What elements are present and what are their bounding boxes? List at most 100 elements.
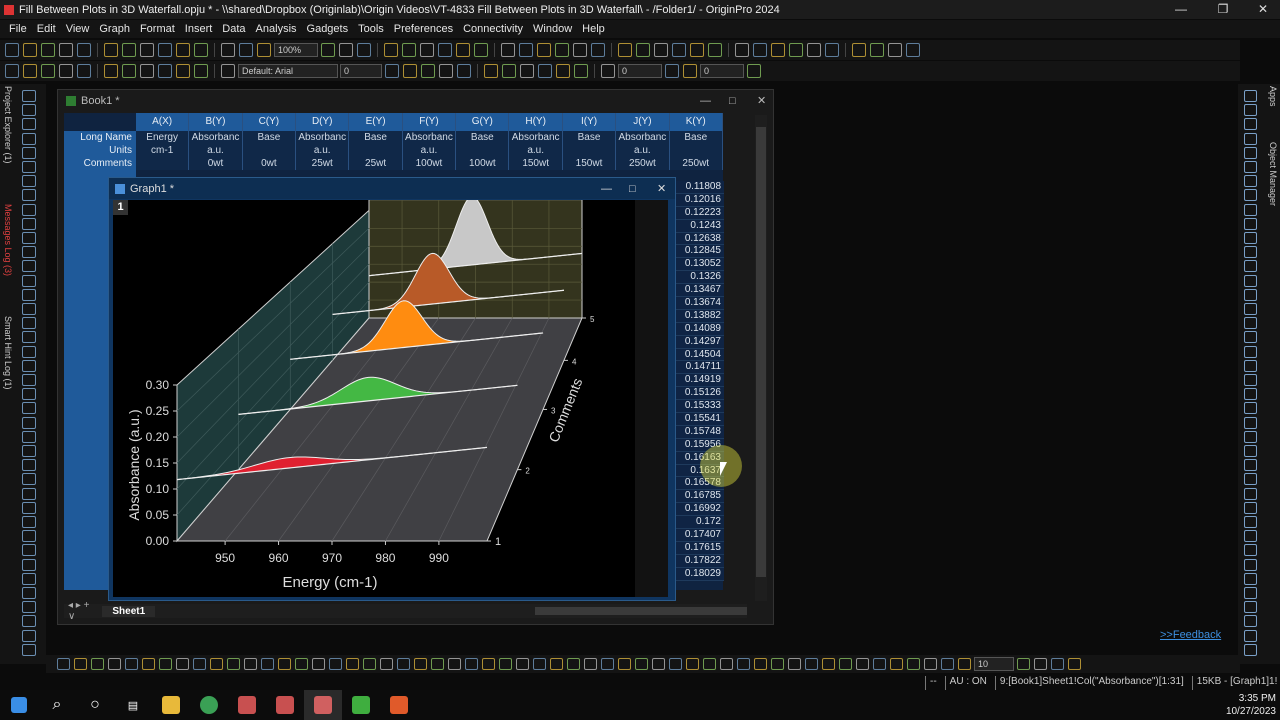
table-cell[interactable]: 0.14504 bbox=[676, 348, 724, 362]
bottom-tool-icon[interactable] bbox=[805, 658, 818, 670]
restore-button[interactable]: ❐ bbox=[1206, 0, 1240, 19]
split-icon[interactable] bbox=[176, 64, 190, 78]
bottom-tool-icon[interactable] bbox=[1068, 658, 1081, 670]
right-tool-icon[interactable] bbox=[1244, 445, 1257, 457]
file-explorer-icon[interactable] bbox=[152, 690, 190, 720]
right-tool-icon[interactable] bbox=[1244, 161, 1257, 173]
left-tool-icon[interactable] bbox=[22, 146, 36, 159]
right-tool-icon[interactable] bbox=[1244, 274, 1257, 287]
bottom-tool-icon[interactable] bbox=[108, 658, 121, 670]
bottom-tool-icon[interactable] bbox=[261, 658, 274, 670]
zoom-out-icon[interactable] bbox=[321, 43, 335, 57]
sheet-nav-buttons[interactable]: ◂ ▸ + ∨ bbox=[64, 600, 102, 622]
left-tool-icon[interactable] bbox=[22, 402, 36, 415]
right-tool-icon[interactable] bbox=[1244, 388, 1257, 401]
minimize-button[interactable]: — bbox=[700, 95, 711, 107]
table-cell[interactable]: 0.15748 bbox=[676, 425, 724, 439]
label-cell[interactable]: Absorbanc bbox=[616, 131, 670, 144]
origin-icon-2[interactable] bbox=[266, 690, 304, 720]
bottom-tool-icon[interactable] bbox=[618, 658, 631, 670]
table-cell[interactable]: 0.13467 bbox=[676, 284, 724, 298]
tab-apps[interactable]: Apps bbox=[1266, 86, 1278, 107]
pattern-icon[interactable] bbox=[601, 64, 615, 78]
table-cell[interactable]: 0.15541 bbox=[676, 413, 724, 426]
left-tool-icon[interactable] bbox=[22, 118, 36, 131]
left-tool-icon[interactable] bbox=[22, 232, 36, 244]
left-tool-icon[interactable] bbox=[22, 416, 36, 429]
bottom-tool-icon[interactable] bbox=[635, 658, 648, 670]
horizontal-scrollbar[interactable] bbox=[535, 607, 747, 615]
bottom-tool-icon[interactable] bbox=[720, 658, 733, 670]
graph-tools-icon[interactable] bbox=[735, 43, 749, 57]
font-color-icon[interactable] bbox=[556, 64, 570, 78]
left-tool-icon[interactable] bbox=[22, 345, 36, 358]
label-cell[interactable] bbox=[670, 144, 723, 157]
table-cell[interactable]: 0.13882 bbox=[676, 309, 724, 323]
bottom-tool-icon[interactable] bbox=[601, 658, 614, 670]
right-tool-icon[interactable] bbox=[1244, 473, 1257, 486]
bottom-tool-icon[interactable] bbox=[533, 658, 546, 670]
left-tool-icon[interactable] bbox=[22, 430, 36, 443]
bold-icon[interactable] bbox=[385, 64, 399, 78]
script-icon[interactable] bbox=[221, 43, 235, 57]
right-tool-icon[interactable] bbox=[1244, 217, 1257, 230]
right-tool-icon[interactable] bbox=[1244, 459, 1257, 472]
left-tool-icon[interactable] bbox=[22, 317, 36, 330]
sort-icon[interactable] bbox=[636, 43, 650, 57]
menu-graph[interactable]: Graph bbox=[94, 23, 135, 35]
undo-icon[interactable] bbox=[5, 64, 19, 78]
column-header[interactable]: D(Y) bbox=[296, 113, 350, 131]
right-tool-icon[interactable] bbox=[1244, 643, 1257, 656]
left-tool-icon[interactable] bbox=[22, 132, 36, 145]
label-cell[interactable]: Absorbanc bbox=[189, 131, 243, 144]
menu-window[interactable]: Window bbox=[528, 23, 577, 35]
left-tool-icon[interactable] bbox=[22, 374, 36, 386]
label-cell[interactable]: a.u. bbox=[509, 144, 563, 157]
label-cell[interactable]: a.u. bbox=[403, 144, 457, 157]
arrange-icon[interactable] bbox=[194, 64, 208, 78]
bottom-tool-icon[interactable] bbox=[431, 658, 444, 670]
table-cell[interactable]: 0.16992 bbox=[676, 503, 724, 517]
new-notes-icon[interactable] bbox=[104, 43, 118, 57]
left-tool-icon[interactable] bbox=[22, 459, 36, 472]
bottom-tool-icon[interactable] bbox=[567, 658, 580, 670]
task-view-icon[interactable]: ▤ bbox=[114, 690, 152, 720]
right-tool-icon[interactable] bbox=[1244, 558, 1257, 571]
bottom-tool-icon[interactable] bbox=[193, 658, 206, 670]
recalculate-icon[interactable] bbox=[239, 43, 253, 57]
table-cell[interactable]: 0.13674 bbox=[676, 297, 724, 310]
bottom-tool-icon[interactable] bbox=[669, 658, 682, 670]
new-workbook-icon[interactable] bbox=[23, 43, 37, 57]
left-tool-icon[interactable] bbox=[22, 104, 36, 117]
bottom-tool-icon[interactable] bbox=[57, 658, 70, 670]
left-tool-icon[interactable] bbox=[22, 587, 36, 599]
left-tool-icon[interactable] bbox=[22, 260, 36, 273]
italic-icon[interactable] bbox=[403, 64, 417, 78]
bottom-tool-icon[interactable] bbox=[907, 658, 920, 670]
table-cell[interactable]: 0.12223 bbox=[676, 206, 724, 220]
column-header[interactable]: I(Y) bbox=[563, 113, 617, 131]
bottom-tool-icon[interactable] bbox=[924, 658, 937, 670]
right-tool-icon[interactable] bbox=[1244, 530, 1257, 543]
superscript-icon[interactable] bbox=[439, 64, 453, 78]
bottom-tool-icon[interactable] bbox=[91, 658, 104, 670]
right-tool-icon[interactable] bbox=[1244, 615, 1257, 628]
table-cell[interactable]: 0.15126 bbox=[676, 387, 724, 401]
bottom-tool-icon[interactable] bbox=[788, 658, 801, 670]
graph-window[interactable]: Graph1 * — □ ✕ 0.00 0.05 0.10 0.15 0.20 0.25 0… bbox=[108, 177, 676, 601]
layer-icon[interactable] bbox=[402, 43, 416, 57]
right-tool-icon[interactable] bbox=[1244, 516, 1257, 528]
bottom-tool-icon[interactable] bbox=[363, 658, 376, 670]
bottom-tool-icon[interactable] bbox=[176, 658, 189, 670]
bottom-tool-icon[interactable] bbox=[210, 658, 223, 670]
bottom-tool-icon[interactable] bbox=[295, 658, 308, 670]
new-matrix-icon[interactable] bbox=[59, 43, 73, 57]
camtasia-recorder-icon[interactable] bbox=[380, 690, 418, 720]
table-cell[interactable]: 0.18029 bbox=[676, 567, 724, 581]
font-size-combo[interactable]: 0 bbox=[340, 64, 382, 78]
filter-icon[interactable] bbox=[618, 43, 632, 57]
label-cell[interactable]: Absorbanc bbox=[509, 131, 563, 144]
bottom-tool-icon[interactable] bbox=[771, 658, 784, 670]
clock[interactable]: 3:35 PM 10/27/2023 bbox=[1226, 692, 1276, 718]
close-button[interactable]: ✕ bbox=[657, 182, 666, 195]
